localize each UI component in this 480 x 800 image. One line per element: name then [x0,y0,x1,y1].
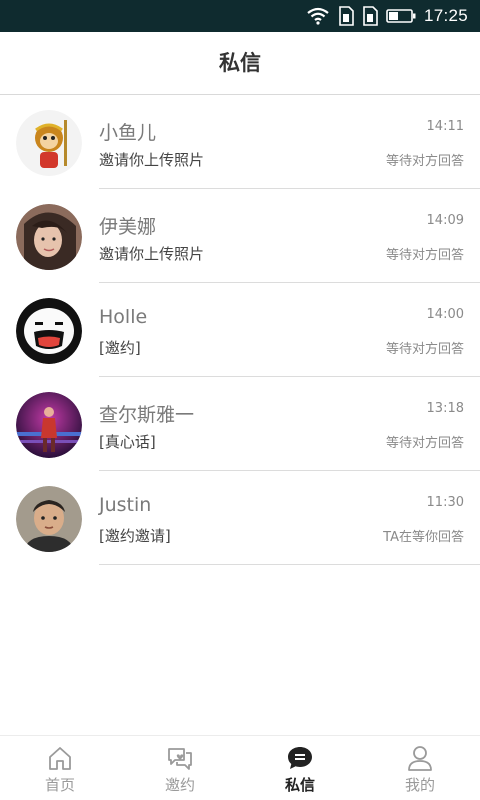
conversation-name: 查尔斯雅一 [99,404,195,426]
battery-icon [386,9,416,23]
message-bubble-icon [288,747,312,769]
boy-portrait-avatar[interactable] [16,486,82,552]
conversation-item[interactable]: 伊美娜 邀请你上传照片 14:09 等待对方回答 [0,189,480,283]
conversation-message: 邀请你上传照片 [99,245,205,263]
cartoon-face-avatar[interactable] [16,298,82,364]
page-title: 私信 [219,51,261,75]
conversation-status: 等待对方回答 [385,342,464,357]
stage-performer-avatar[interactable] [16,392,82,458]
conversation-status: 等待对方回答 [385,154,464,169]
wifi-icon [307,7,329,25]
sim1-icon [339,6,354,26]
title-bar: 私信 [0,32,480,95]
tab-messages[interactable]: 私信 [240,736,360,800]
conversation-item[interactable]: Holle [邀约] 14:00 等待对方回答 [0,283,480,377]
conversation-item[interactable]: 查尔斯雅一 [真心话] 13:18 等待对方回答 [0,377,480,471]
conversation-message: 邀请你上传照片 [99,151,205,169]
conversation-time: 14:00 [426,307,464,322]
tab-profile[interactable]: 我的 [360,736,480,800]
conversation-name: Justin [99,494,152,516]
conversation-status: TA在等你回答 [383,530,464,545]
conversation-name: 小鱼儿 [99,122,157,144]
conversation-time: 14:11 [426,119,464,134]
conversation-item[interactable]: Justin [邀约邀请] 11:30 TA在等你回答 [0,471,480,565]
conversation-name: 伊美娜 [99,216,157,238]
conversation-item[interactable]: 小鱼儿 邀请你上传照片 14:11 等待对方回答 [0,95,480,189]
monkey-king-avatar[interactable] [16,110,82,176]
tab-home[interactable]: 首页 [0,736,120,800]
status-icons: 17:25 [306,0,468,32]
tab-label: 首页 [44,776,75,794]
tab-label: 私信 [284,776,315,794]
conversation-message: [邀约] [99,339,141,357]
user-icon [408,746,432,771]
conversation-message: [邀约邀请] [99,527,171,545]
tab-label: 我的 [404,776,435,794]
tab-invite[interactable]: 邀约 [120,736,240,800]
sim2-icon [363,6,378,26]
conversation-message: [真心话] [99,433,156,451]
status-time: 17:25 [423,6,468,25]
home-icon [49,747,71,770]
conversation-list: 小鱼儿 邀请你上传照片 14:11 等待对方回答 伊美娜 邀请你上传照片 14:… [0,95,480,565]
status-bar: 17:25 [0,0,480,32]
row-divider [99,564,480,565]
bottom-tab-bar: 首页 邀约 私信 我的 [0,735,480,800]
conversation-status: 等待对方回答 [385,248,464,263]
conversation-status: 等待对方回答 [385,436,464,451]
conversation-time: 11:30 [426,495,464,510]
woman-portrait-avatar[interactable] [16,204,82,270]
conversation-name: Holle [99,306,148,328]
invite-chat-icon [168,748,192,770]
conversation-time: 13:18 [426,401,464,416]
tab-label: 邀约 [164,776,195,794]
conversation-time: 14:09 [426,213,464,228]
